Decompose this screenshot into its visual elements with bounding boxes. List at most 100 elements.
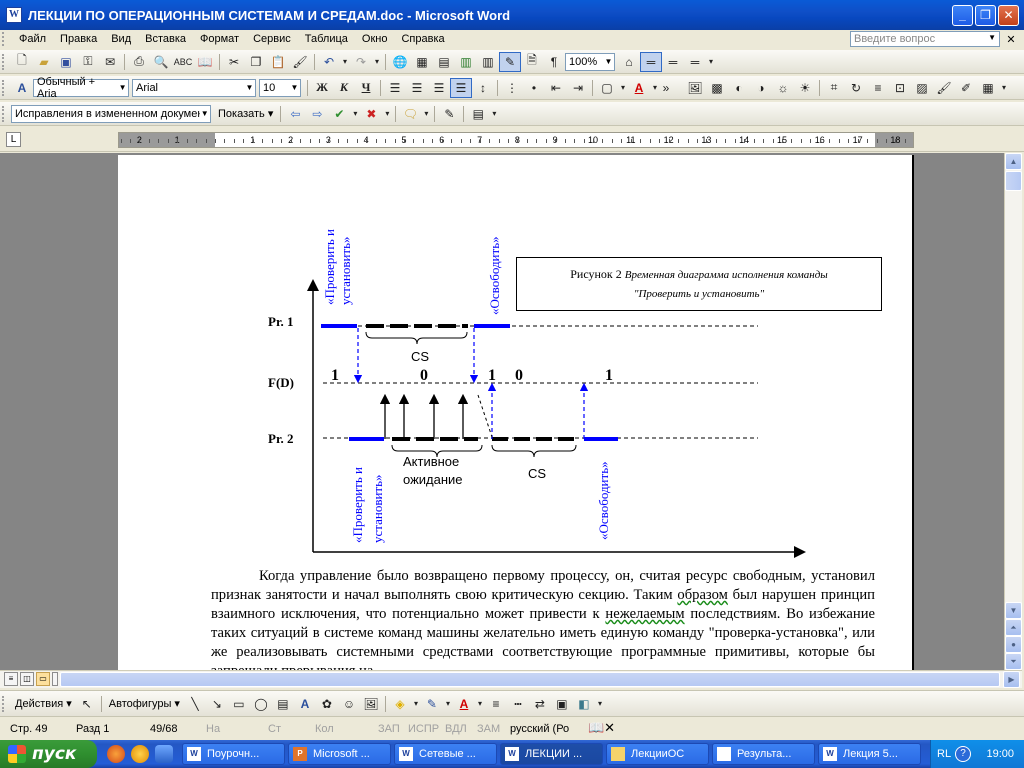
select-objects-icon[interactable]: ↖: [76, 694, 98, 714]
vertical-scrollbar[interactable]: ▲ ▼ ⏶ ● ⏷: [1004, 153, 1022, 670]
chevron-down-icon[interactable]: ▼: [244, 83, 255, 92]
font-select[interactable]: Arial ▼: [132, 78, 256, 97]
redo-icon[interactable]: ↷: [350, 52, 372, 72]
ask-question-input[interactable]: Введите вопрос ▼: [850, 31, 1000, 47]
start-button[interactable]: пуск: [0, 740, 97, 768]
borders-dropdown-icon[interactable]: ▾: [618, 78, 628, 98]
outline-view-icon[interactable]: [52, 672, 58, 686]
line-style-icon[interactable]: ≡: [867, 78, 889, 98]
scroll-down-icon[interactable]: ▼: [1005, 602, 1022, 619]
media-player-icon[interactable]: [131, 745, 149, 763]
borders-icon[interactable]: ▢: [596, 78, 618, 98]
font-color-dropdown-icon[interactable]: ▾: [475, 694, 485, 714]
tables-borders-icon[interactable]: ▦: [411, 52, 433, 72]
bullets-icon[interactable]: •: [523, 78, 545, 98]
insert-comment-icon[interactable]: 🗨: [399, 104, 421, 124]
menu-file[interactable]: Файл: [12, 33, 53, 45]
diagram-icon[interactable]: ✿: [316, 694, 338, 714]
toolbar-grip[interactable]: [2, 79, 8, 96]
undo-icon[interactable]: ↶: [318, 52, 340, 72]
reject-change-icon[interactable]: ✖: [360, 104, 382, 124]
menu-tools[interactable]: Сервис: [246, 33, 298, 45]
language-indicator[interactable]: RL: [937, 748, 951, 760]
line-style-3-icon[interactable]: ═: [684, 52, 706, 72]
chevron-down-icon[interactable]: ▼: [988, 33, 996, 45]
less-contrast-icon[interactable]: ◑: [750, 78, 772, 98]
taskbar-item-4[interactable]: W ЛЕКЦИИ ...: [500, 743, 603, 765]
more-contrast-icon[interactable]: ◐: [728, 78, 750, 98]
insert-excel-icon[interactable]: ▥: [455, 52, 477, 72]
taskbar-item-6[interactable]: Результа...: [712, 743, 815, 765]
font-color-dropdown-icon[interactable]: ▾: [650, 78, 660, 98]
more-brightness-icon[interactable]: ☼: [772, 78, 794, 98]
word-app-icon[interactable]: W: [6, 7, 22, 23]
toolbar-options-icon[interactable]: ▾: [999, 78, 1009, 98]
save-icon[interactable]: ▣: [55, 52, 77, 72]
chevron-down-icon[interactable]: ▼: [117, 83, 128, 92]
undo-dropdown-icon[interactable]: ▾: [340, 52, 350, 72]
rotate-icon[interactable]: ↻: [845, 78, 867, 98]
taskbar-item-7[interactable]: W Лекция 5...: [818, 743, 921, 765]
arrow-tool-icon[interactable]: ↘: [206, 694, 228, 714]
3d-style-icon[interactable]: ◧: [573, 694, 595, 714]
accept-change-icon[interactable]: ✔: [328, 104, 350, 124]
insert-picture-icon[interactable]: 🖼: [684, 78, 706, 98]
dash-style-icon[interactable]: ┅: [507, 694, 529, 714]
crop-icon[interactable]: ⌗: [823, 78, 845, 98]
scroll-right-icon[interactable]: ▶: [1003, 671, 1020, 688]
line-tool-icon[interactable]: ╲: [184, 694, 206, 714]
next-page-icon[interactable]: ⏷: [1005, 653, 1022, 670]
hyperlink-icon[interactable]: 🌐: [389, 52, 411, 72]
toolbar-grip[interactable]: [2, 105, 8, 122]
menu-format[interactable]: Формат: [193, 33, 246, 45]
spelling-status-icon[interactable]: 📖✕: [588, 720, 615, 736]
print-preview-icon[interactable]: 🔍: [150, 52, 172, 72]
line-color-icon[interactable]: ✎: [421, 694, 443, 714]
line-color-dropdown-icon[interactable]: ▾: [443, 694, 453, 714]
italic-button[interactable]: К: [333, 78, 355, 98]
clock[interactable]: 19:00: [986, 748, 1014, 760]
justify-icon[interactable]: ☰: [450, 77, 472, 98]
status-overtype[interactable]: ЗАМ: [477, 723, 500, 735]
zoom-select[interactable]: 100% ▼: [565, 52, 615, 71]
autoshapes-menu-button[interactable]: Автофигуры ▾: [105, 697, 184, 710]
spelling-icon[interactable]: ABC: [172, 52, 194, 72]
redo-dropdown-icon[interactable]: ▾: [372, 52, 382, 72]
menu-edit[interactable]: Правка: [53, 33, 104, 45]
show-desktop-icon[interactable]: [155, 745, 173, 763]
compress-icon[interactable]: ⊡: [889, 78, 911, 98]
toolbar-options-icon[interactable]: ▾: [489, 104, 499, 124]
actions-menu-button[interactable]: Действия ▾: [11, 697, 76, 710]
select-browse-object-icon[interactable]: ●: [1005, 636, 1022, 653]
new-document-icon[interactable]: 🗋: [11, 52, 33, 72]
taskbar-item-2[interactable]: P Microsoft ...: [288, 743, 391, 765]
font-color-icon[interactable]: A: [453, 694, 475, 714]
font-size-select[interactable]: 10 ▼: [259, 78, 301, 97]
chevron-down-icon[interactable]: ▼: [603, 57, 614, 66]
clipart-icon[interactable]: ☺: [338, 694, 360, 714]
horizontal-scrollbar[interactable]: ≡ ◫ ▭ ▶: [0, 670, 1022, 688]
print-icon[interactable]: ⎙: [128, 52, 150, 72]
line-style-1-icon[interactable]: ═: [640, 51, 662, 72]
decrease-indent-icon[interactable]: ⇤: [545, 78, 567, 98]
font-color-icon[interactable]: A: [628, 78, 650, 98]
reset-picture-icon[interactable]: ▦: [977, 78, 999, 98]
numbering-icon[interactable]: ⋮: [501, 78, 523, 98]
toolbar-options-icon[interactable]: ▾: [706, 52, 716, 72]
minimize-button[interactable]: _: [952, 4, 973, 26]
close-document-icon[interactable]: ✕: [1004, 33, 1018, 46]
text-wrap-icon[interactable]: ▨: [911, 78, 933, 98]
next-change-icon[interactable]: ⇨: [306, 104, 328, 124]
reviewing-pane-icon[interactable]: ▤: [467, 104, 489, 124]
menu-help[interactable]: Справка: [394, 33, 451, 45]
close-button[interactable]: ✕: [998, 4, 1019, 26]
track-changes-icon[interactable]: ✎: [438, 104, 460, 124]
fill-color-dropdown-icon[interactable]: ▾: [411, 694, 421, 714]
menu-table[interactable]: Таблица: [298, 33, 355, 45]
taskbar-item-5[interactable]: ЛекцииОС: [606, 743, 709, 765]
align-center-icon[interactable]: ☰: [406, 78, 428, 98]
toolbar-grip[interactable]: [2, 53, 8, 70]
picture-icon[interactable]: 🖼: [360, 694, 382, 714]
firefox-icon[interactable]: [107, 745, 125, 763]
reject-dropdown-icon[interactable]: ▾: [382, 104, 392, 124]
